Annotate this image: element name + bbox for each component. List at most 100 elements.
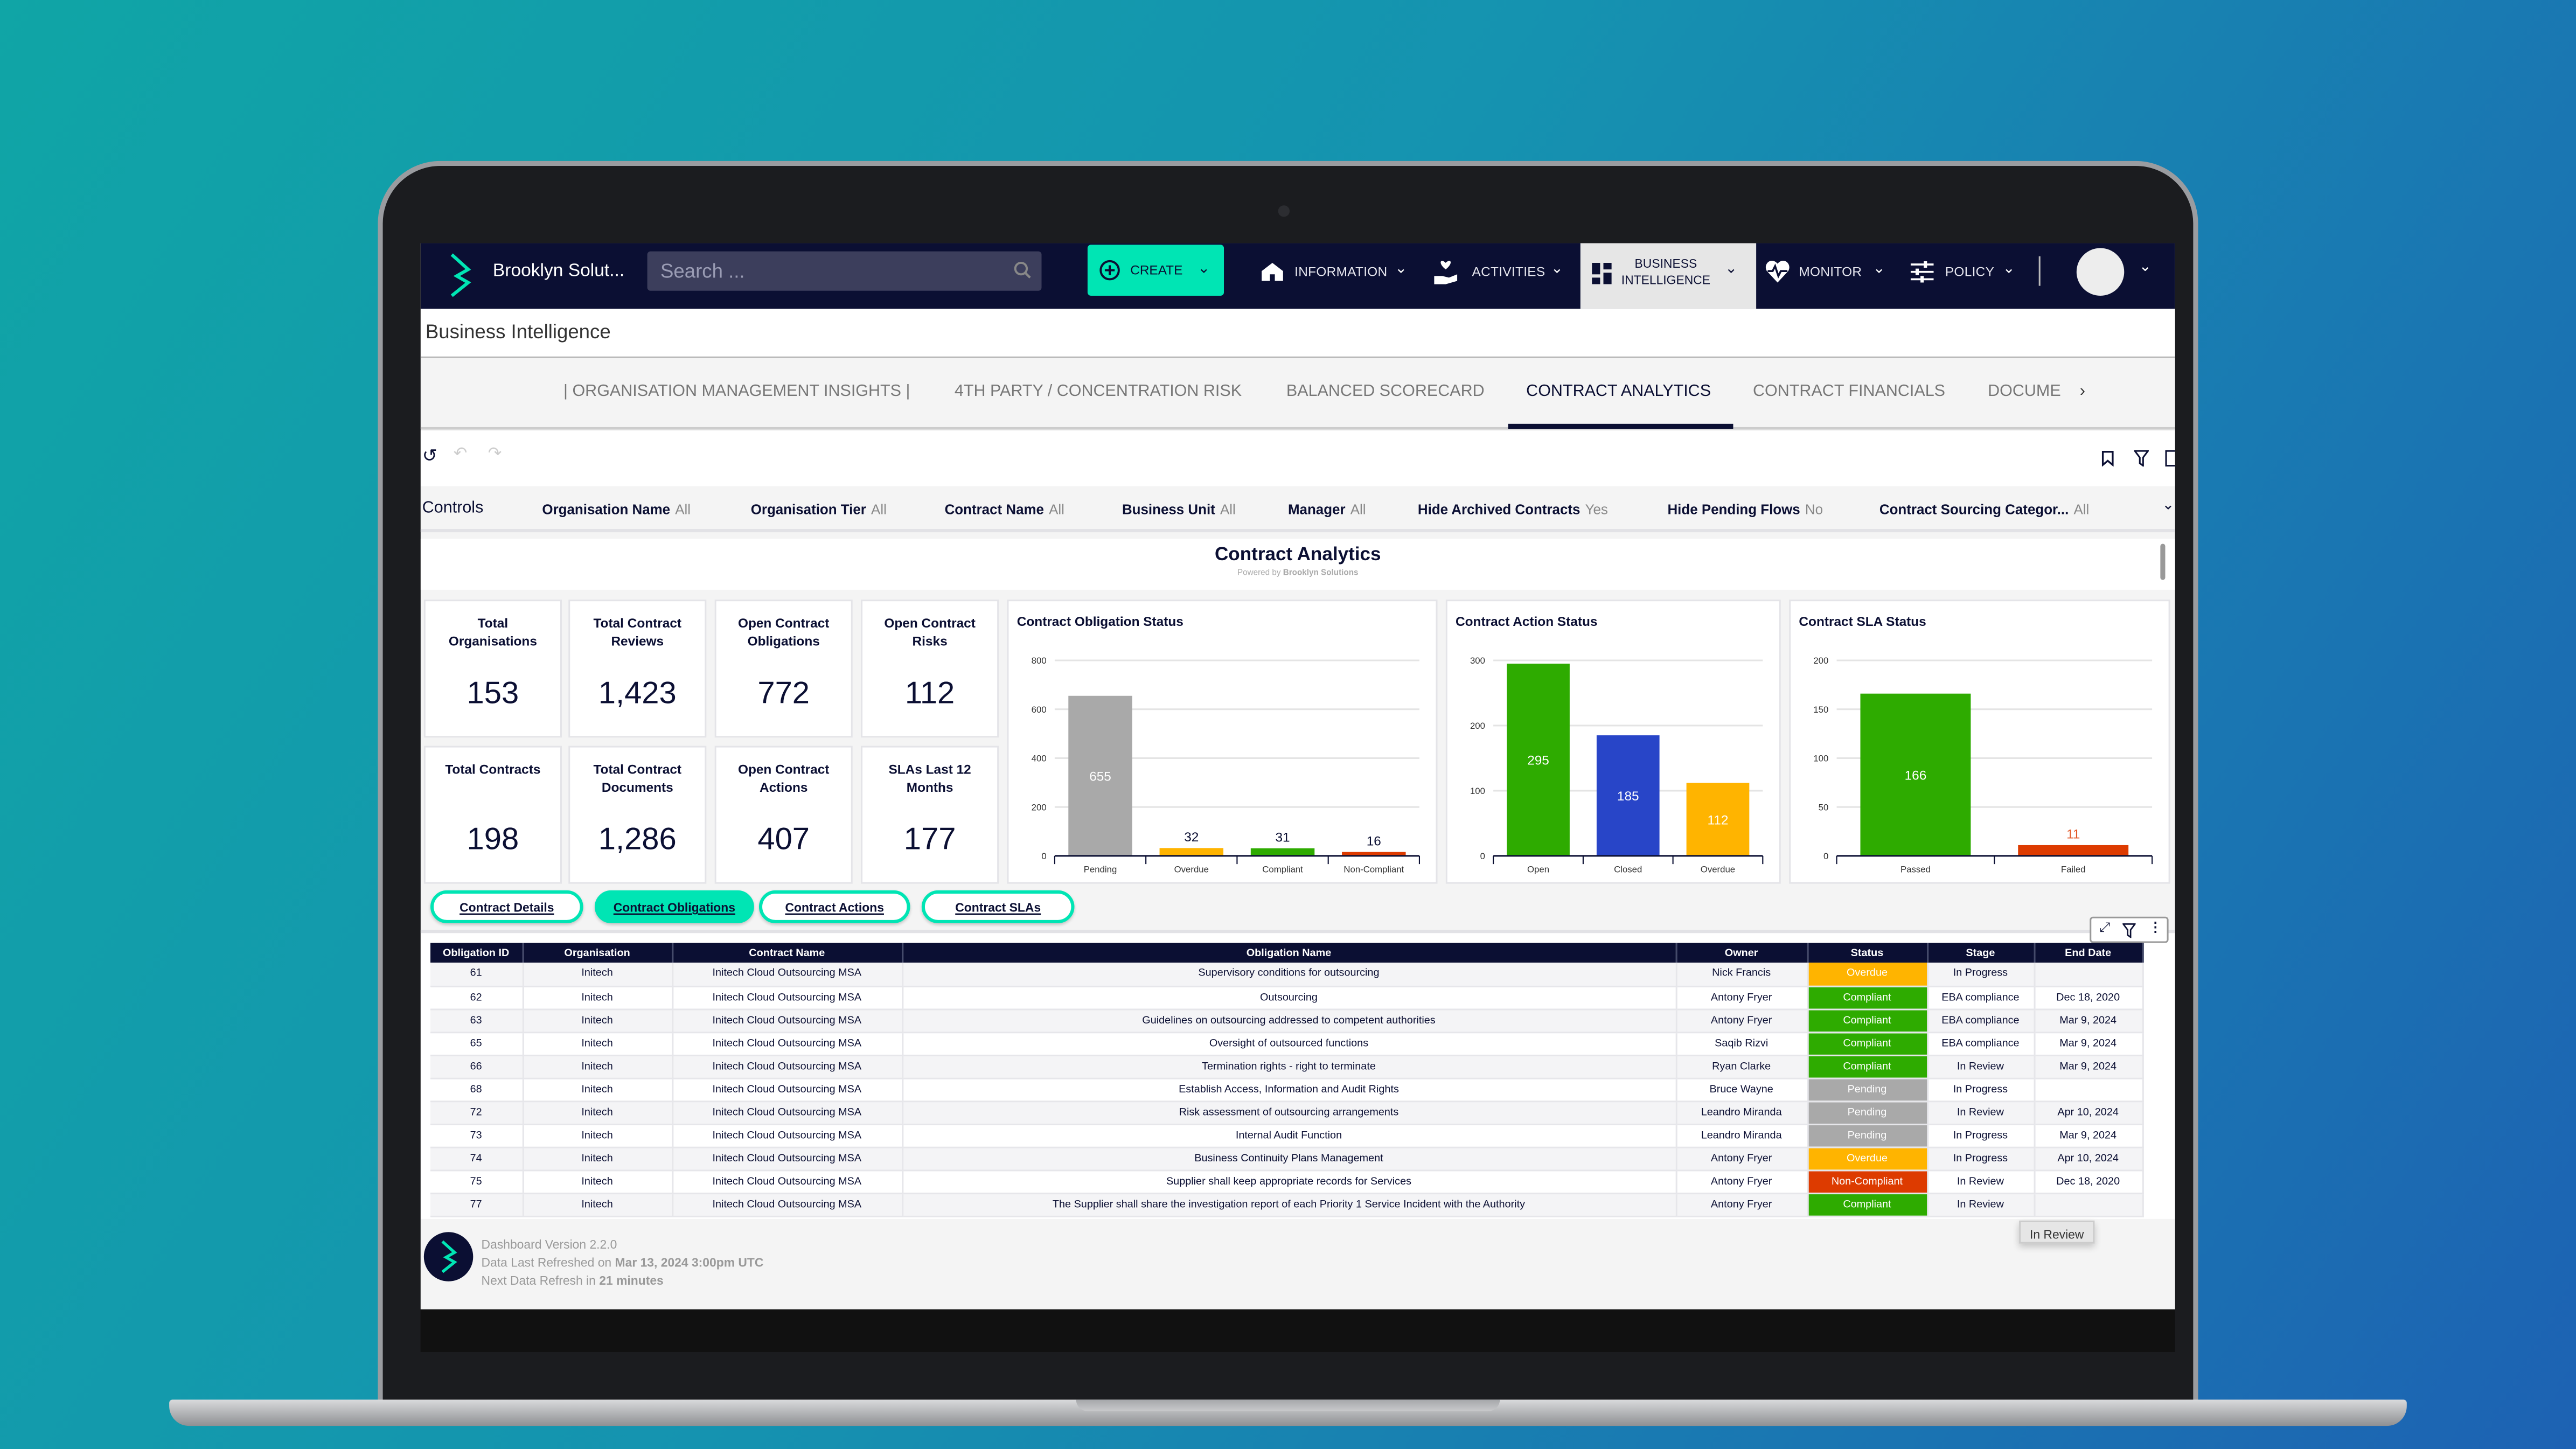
- footer-logo: [423, 1232, 474, 1281]
- search-icon[interactable]: [1014, 261, 1032, 280]
- chevron-down-icon[interactable]: ⌄: [2139, 258, 2152, 276]
- bar-failed[interactable]: [2018, 845, 2129, 856]
- avatar[interactable]: [2076, 248, 2125, 296]
- nav-monitor[interactable]: MONITOR ⌄: [1764, 258, 1888, 291]
- create-button[interactable]: CREATE ⌄: [1087, 245, 1224, 296]
- filter-7[interactable]: Contract Sourcing Categor... All: [1879, 501, 2089, 517]
- bar-chart: 0 100 200 300 295 Open 185 Closed 112 Overdue: [1470, 656, 1764, 874]
- tab-organisation-management-insights[interactable]: | ORGANISATION MANAGEMENT INSIGHTS |: [563, 383, 910, 401]
- table-cell: Mar 9, 2024: [2034, 1008, 2143, 1033]
- kpi-value: 112: [904, 677, 955, 712]
- column-header[interactable]: Status: [1807, 943, 1928, 963]
- y-tick-label: 0: [1823, 851, 1828, 861]
- bar-compliant[interactable]: [1250, 848, 1315, 856]
- filter-5[interactable]: Hide Archived Contracts Yes: [1418, 501, 1608, 517]
- nav-business-intelligence[interactable]: BUSINESS INTELLIGENCE ⌄: [1580, 243, 1757, 309]
- dashboard-header: Contract Analytics Powered by Brooklyn S…: [420, 539, 2175, 590]
- redo-icon[interactable]: ↷: [488, 445, 502, 463]
- filter-6[interactable]: Hide Pending Flows No: [1667, 501, 1823, 517]
- bookmark-icon[interactable]: [2101, 450, 2114, 467]
- tab-contract-analytics[interactable]: CONTRACT ANALYTICS: [1526, 383, 1711, 401]
- panel-icon[interactable]: [2165, 450, 2175, 467]
- subtab-contract-actions[interactable]: Contract Actions: [758, 890, 910, 923]
- filter-name: Business Unit: [1122, 501, 1215, 518]
- reset-icon[interactable]: ↺: [422, 445, 437, 467]
- column-header[interactable]: Stage: [1927, 943, 2035, 963]
- column-header[interactable]: Organisation: [522, 943, 673, 963]
- search-input[interactable]: Search ...: [647, 251, 1042, 291]
- table-row[interactable]: 61 Initech Initech Cloud Outsourcing MSA Su…: [430, 963, 2143, 987]
- data-label: 295: [1527, 754, 1549, 768]
- tooltip: In Review: [2019, 1220, 2095, 1244]
- subtab-contract-slas[interactable]: Contract SLAs: [921, 890, 1075, 923]
- subtab-contract-obligations[interactable]: Contract Obligations: [594, 890, 754, 923]
- filter-icon[interactable]: [2122, 923, 2136, 938]
- column-header[interactable]: End Date: [2034, 943, 2143, 963]
- table-cell: 75: [430, 1169, 524, 1194]
- table-cell: Supervisory conditions for outsourcing: [902, 963, 1677, 987]
- tab-contract-financials[interactable]: CONTRACT FINANCIALS: [1753, 383, 1945, 401]
- nav-activities[interactable]: ACTIVITIES ⌄: [1432, 258, 1564, 291]
- table-row[interactable]: 63 Initech Initech Cloud Outsourcing MSA Gu…: [430, 1008, 2143, 1033]
- next-prefix: Next Data Refresh in: [481, 1273, 596, 1288]
- kpi-value: 198: [467, 823, 519, 858]
- filter-name: Hide Pending Flows: [1667, 501, 1800, 518]
- filter-icon[interactable]: [2134, 450, 2149, 467]
- column-header[interactable]: Obligation ID: [430, 943, 524, 963]
- tab-4th-party-concentration-risk[interactable]: 4TH PARTY / CONCENTRATION RISK: [955, 383, 1242, 401]
- table-cell: Initech: [522, 963, 673, 987]
- column-header[interactable]: Obligation Name: [902, 943, 1677, 963]
- table-cell: In Review: [1927, 1193, 2035, 1217]
- tab-balanced-scorecard[interactable]: BALANCED SCORECARD: [1286, 383, 1485, 401]
- filter-2[interactable]: Contract Name All: [945, 501, 1064, 517]
- table-row[interactable]: 74 Initech Initech Cloud Outsourcing MSA Bu…: [430, 1146, 2143, 1171]
- kpi-value: 153: [467, 677, 519, 712]
- table-row[interactable]: 68 Initech Initech Cloud Outsourcing MSA Es…: [430, 1077, 2143, 1102]
- table-cell: Initech: [522, 1100, 673, 1125]
- more-options-icon[interactable]: ⋮: [2149, 920, 2162, 935]
- expand-icon[interactable]: ⤢: [2100, 920, 2111, 936]
- table-cell: In Progress: [1927, 1146, 2035, 1171]
- column-header[interactable]: Owner: [1675, 943, 1808, 963]
- chevron-down-icon[interactable]: ⌄: [2162, 496, 2174, 514]
- chevron-right-icon[interactable]: ›: [2080, 383, 2085, 401]
- table-row[interactable]: 72 Initech Initech Cloud Outsourcing MSA Ri…: [430, 1100, 2143, 1125]
- tab-documents[interactable]: DOCUME: [1988, 383, 2061, 401]
- table-cell: Mar 9, 2024: [2034, 1123, 2143, 1148]
- table-cell: Apr 10, 2024: [2034, 1100, 2143, 1125]
- table-cell: 68: [430, 1077, 524, 1102]
- org-name[interactable]: Brooklyn Solut...: [493, 261, 624, 281]
- filter-3[interactable]: Business Unit All: [1122, 501, 1236, 517]
- table-cell: Nick Francis: [1675, 963, 1808, 987]
- table-cell: Initech: [522, 1193, 673, 1217]
- subtab-contract-details[interactable]: Contract Details: [430, 890, 583, 923]
- plus-circle-icon: [1099, 260, 1120, 281]
- filter-value: All: [1049, 501, 1064, 518]
- footer: Dashboard Version 2.2.0 Data Last Refres…: [420, 1218, 2175, 1309]
- controls-bar: Controls Organisation Name All Organisatio…: [420, 486, 2175, 533]
- y-tick-label: 600: [1032, 705, 1047, 715]
- nav-label: INFORMATION: [1294, 264, 1388, 280]
- table-row[interactable]: 65 Initech Initech Cloud Outsourcing MSA Ov…: [430, 1032, 2143, 1056]
- table-row[interactable]: 66 Initech Initech Cloud Outsourcing MSA Te…: [430, 1054, 2143, 1079]
- table-row[interactable]: 75 Initech Initech Cloud Outsourcing MSA Su…: [430, 1169, 2143, 1194]
- filter-0[interactable]: Organisation Name All: [542, 501, 691, 517]
- table-row[interactable]: 73 Initech Initech Cloud Outsourcing MSA In…: [430, 1123, 2143, 1148]
- table-row[interactable]: 77 Initech Initech Cloud Outsourcing MSA Th…: [430, 1193, 2143, 1217]
- kpi-card: Total Contract Documents 1,286: [568, 746, 707, 884]
- brand-logo-icon[interactable]: [449, 253, 472, 297]
- nav-information[interactable]: INFORMATION ⌄: [1260, 258, 1407, 291]
- undo-icon[interactable]: ↶: [454, 445, 468, 463]
- filter-4[interactable]: Manager All: [1288, 501, 1366, 517]
- scrollbar[interactable]: [2160, 544, 2166, 580]
- table-cell: EBA compliance: [1927, 985, 2035, 1010]
- nav-policy[interactable]: POLICY ⌄: [1910, 258, 2034, 291]
- bar-overdue[interactable]: [1159, 848, 1224, 856]
- table-cell: Initech: [522, 1077, 673, 1102]
- table-row[interactable]: 62 Initech Initech Cloud Outsourcing MSA Ou…: [430, 985, 2143, 1010]
- y-tick-label: 200: [1813, 656, 1828, 666]
- y-tick-label: 100: [1813, 754, 1828, 764]
- table-cell: Antony Fryer: [1675, 1193, 1808, 1217]
- filter-1[interactable]: Organisation Tier All: [751, 501, 887, 517]
- column-header[interactable]: Contract Name: [672, 943, 903, 963]
